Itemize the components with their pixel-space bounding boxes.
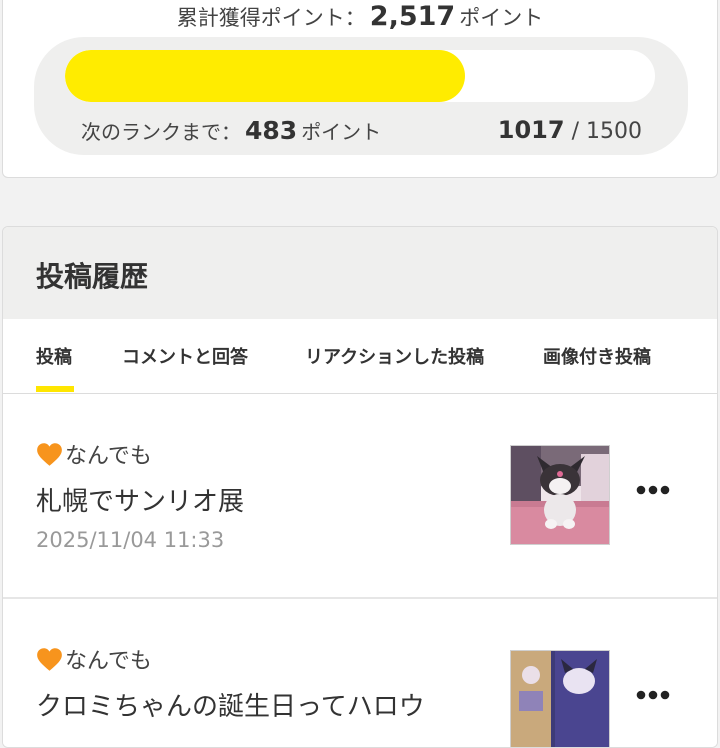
rank-ratio-separator: / bbox=[571, 119, 579, 144]
post-item[interactable]: なんでも 札幌でサンリオ展 2025/11/04 11:33 bbox=[3, 394, 717, 599]
post-title[interactable]: 札幌でサンリオ展 bbox=[36, 481, 244, 518]
next-rank-value: 483 bbox=[245, 116, 298, 145]
points-card: 累計獲得ポイント： 2,517 ポイント 次のランクまで： 483 ポイント 1017 … bbox=[2, 0, 718, 178]
history-tabs: 投稿 コメントと回答 リアクションした投稿 画像付き投稿 bbox=[3, 319, 717, 394]
heart-icon bbox=[37, 647, 62, 671]
post-thumbnail[interactable] bbox=[510, 445, 610, 545]
rank-target-points: 1500 bbox=[586, 119, 642, 144]
rank-ratio: 1017 / 1500 bbox=[498, 116, 642, 144]
post-history-header: 投稿履歴 bbox=[3, 227, 717, 319]
more-options-icon[interactable] bbox=[636, 482, 670, 498]
plush-photo-image bbox=[511, 446, 609, 544]
tab-posts[interactable]: 投稿 bbox=[36, 343, 72, 369]
post-category-label: なんでも bbox=[65, 649, 152, 674]
tab-comments-answers[interactable]: コメントと回答 bbox=[122, 343, 248, 369]
tab-image-posts[interactable]: 画像付き投稿 bbox=[543, 343, 651, 369]
total-points-label: 累計獲得ポイント： bbox=[176, 6, 366, 30]
heart-icon bbox=[37, 442, 62, 466]
next-rank-unit: ポイント bbox=[301, 120, 382, 144]
rank-current-points: 1017 bbox=[497, 116, 565, 144]
total-points-line: 累計獲得ポイント： 2,517 ポイント bbox=[3, 1, 717, 32]
total-points-value: 2,517 bbox=[369, 1, 456, 32]
more-options-icon[interactable] bbox=[636, 687, 670, 703]
tab-reacted-posts[interactable]: リアクションした投稿 bbox=[305, 343, 484, 369]
next-rank-label: 次のランクまで： bbox=[81, 120, 241, 144]
post-category: なんでも bbox=[36, 643, 152, 675]
post-category: なんでも bbox=[36, 438, 152, 470]
kuromi-poster-image bbox=[511, 651, 609, 747]
active-tab-indicator bbox=[36, 386, 74, 392]
post-history-card: 投稿履歴 投稿 コメントと回答 リアクションした投稿 画像付き投稿 なんでも 札… bbox=[2, 226, 718, 748]
rank-progress-panel: 次のランクまで： 483 ポイント 1017 / 1500 bbox=[34, 37, 688, 155]
total-points-unit: ポイント bbox=[459, 6, 544, 30]
post-date: 2025/11/04 11:33 bbox=[36, 528, 225, 552]
post-item[interactable]: なんでも クロミちゃんの誕生日ってハロウ bbox=[3, 599, 717, 747]
post-title[interactable]: クロミちゃんの誕生日ってハロウ bbox=[36, 686, 425, 723]
post-history-title: 投稿履歴 bbox=[36, 260, 149, 293]
rank-progress-bar bbox=[65, 50, 655, 102]
post-category-label: なんでも bbox=[65, 444, 152, 469]
next-rank-line: 次のランクまで： 483 ポイント bbox=[81, 116, 381, 145]
post-thumbnail[interactable] bbox=[510, 650, 610, 747]
rank-progress-fill bbox=[65, 50, 466, 102]
